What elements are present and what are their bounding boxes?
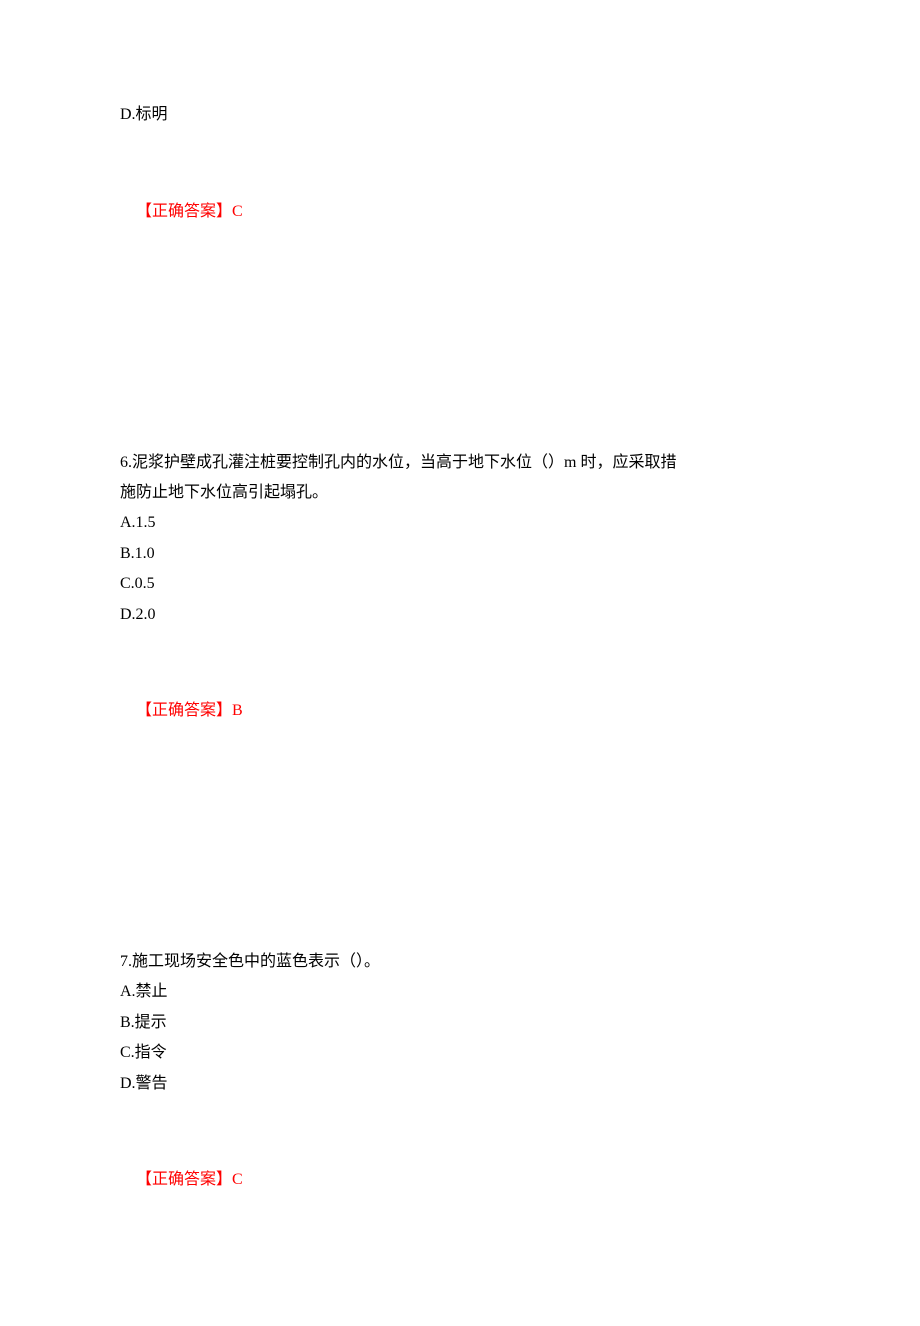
q7-answer-value: C: [232, 1171, 243, 1188]
q6-option-d: D.2.0: [120, 600, 800, 630]
q6-answer-value: B: [232, 702, 243, 719]
document-page: D.标明 【正确答案】C 6.泥浆护壁成孔灌注桩要控制孔内的水位，当高于地下水位…: [0, 0, 920, 1326]
q7-option-d: D.警告: [120, 1069, 800, 1099]
q6-stem-2: 施防止地下水位高引起塌孔。: [120, 478, 800, 508]
q6-option-c: C.0.5: [120, 569, 800, 599]
prev-option-d: D.标明: [120, 100, 800, 130]
prev-answer-value: C: [232, 203, 243, 220]
q6-option-b: B.1.0: [120, 539, 800, 569]
q7-option-a: A.禁止: [120, 977, 800, 1007]
q6-stem-1: 6.泥浆护壁成孔灌注桩要控制孔内的水位，当高于地下水位（）m 时，应采取措: [120, 448, 800, 478]
q6-option-a: A.1.5: [120, 508, 800, 538]
q7-answer: 【正确答案】C: [120, 1135, 800, 1226]
prev-answer: 【正确答案】C: [120, 166, 800, 257]
q7-option-b: B.提示: [120, 1008, 800, 1038]
q6-answer: 【正确答案】B: [120, 666, 800, 757]
q7-stem: 7.施工现场安全色中的蓝色表示（）。: [120, 947, 800, 977]
q6-answer-label: 【正确答案】: [136, 702, 232, 719]
prev-answer-label: 【正确答案】: [136, 203, 232, 220]
q7-answer-label: 【正确答案】: [136, 1171, 232, 1188]
q7-option-c: C.指令: [120, 1038, 800, 1068]
